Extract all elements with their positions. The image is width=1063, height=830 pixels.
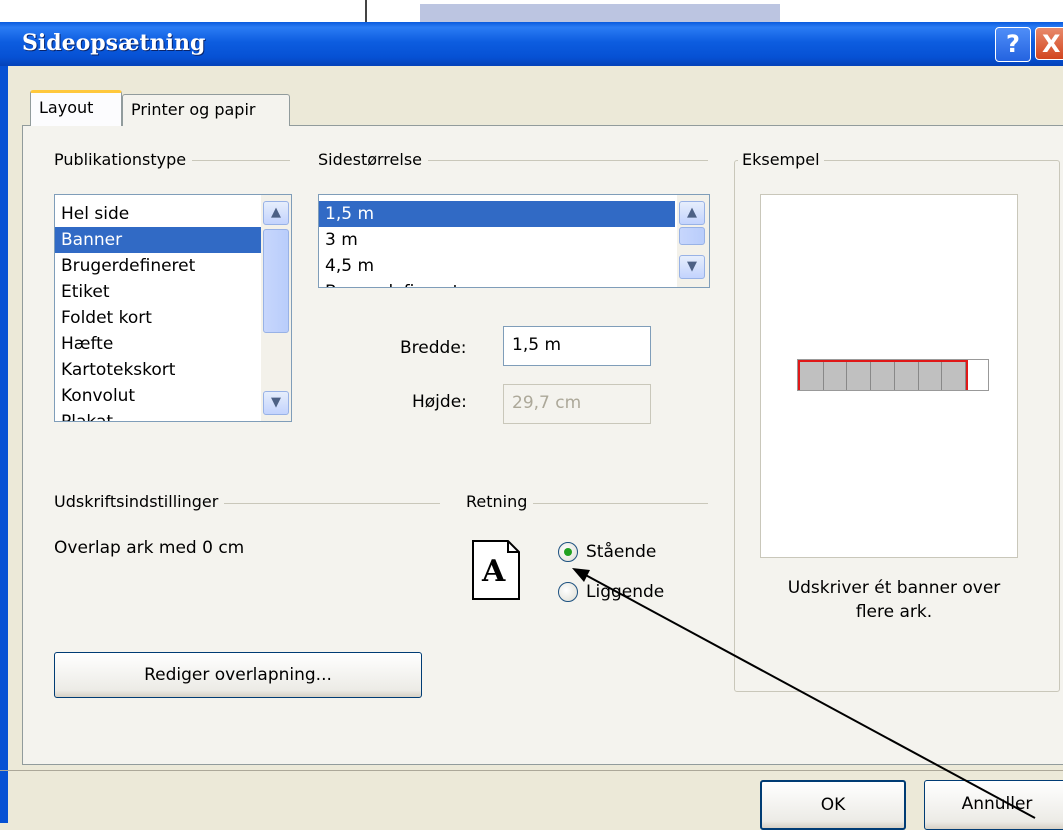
list-item[interactable]: 4,5 m xyxy=(319,253,675,279)
close-button[interactable]: X xyxy=(1035,27,1063,60)
publication-type-listbox[interactable]: Hel side Banner Brugerdefineret Etiket F… xyxy=(54,194,292,422)
list-item[interactable]: 3 m xyxy=(319,227,675,253)
scroll-up-icon[interactable]: ▲ xyxy=(263,201,289,225)
list-item[interactable]: Foldet kort xyxy=(55,305,261,331)
page-icon-letter: A xyxy=(482,554,506,589)
banner-sheet xyxy=(847,362,872,390)
list-item[interactable]: 1,5 m xyxy=(319,201,675,227)
tab-printer-og-papir[interactable]: Printer og papir xyxy=(122,94,290,126)
banner-sheet xyxy=(823,362,848,390)
scroll-down-icon[interactable]: ▼ xyxy=(263,391,289,415)
edit-overlap-button[interactable]: Rediger overlapning... xyxy=(54,652,422,698)
publication-type-scrollbar[interactable]: ▲ ▼ xyxy=(261,195,291,421)
example-preview xyxy=(760,194,1018,558)
banner-sheet xyxy=(918,362,943,390)
banner-sheet xyxy=(800,362,824,390)
height-label: Højde: xyxy=(412,392,467,412)
portrait-page-icon: A xyxy=(472,540,520,600)
banner-sheet xyxy=(894,362,919,390)
help-button[interactable]: ? xyxy=(995,27,1031,62)
scroll-thumb[interactable] xyxy=(679,227,705,245)
radio-portrait-label[interactable]: Stående xyxy=(586,542,656,562)
desktop-background xyxy=(0,0,1063,22)
scroll-thumb[interactable] xyxy=(263,229,289,333)
overlap-text: Overlap ark med 0 cm xyxy=(54,538,245,558)
window-border xyxy=(0,66,8,823)
list-item[interactable]: Brugerdefineret xyxy=(319,279,675,287)
page-size-scrollbar[interactable]: ▲ ▼ xyxy=(677,195,709,287)
example-caption-line: Udskriver ét banner over xyxy=(787,578,1001,598)
publication-type-label: Publikationstype xyxy=(54,150,193,169)
example-label: Eksempel xyxy=(738,150,824,169)
banner-sheets-outline xyxy=(798,360,968,390)
example-caption: Udskriver ét banner over flere ark. xyxy=(744,576,1044,624)
list-item[interactable]: Plakat xyxy=(55,409,261,421)
list-item[interactable]: Konvolut xyxy=(55,383,261,409)
radio-landscape[interactable] xyxy=(558,582,578,602)
page-size-label: Sidestørrelse xyxy=(318,150,428,169)
list-item[interactable]: Etiket xyxy=(55,279,261,305)
list-item[interactable]: Brugerdefineret xyxy=(55,253,261,279)
radio-portrait[interactable] xyxy=(558,542,578,562)
dialog-title: Sideopsætning xyxy=(22,30,206,56)
banner-sheet xyxy=(942,362,966,390)
example-caption-line: flere ark. xyxy=(855,602,933,622)
list-item[interactable]: Kartotekskort xyxy=(55,357,261,383)
height-input: 29,7 cm xyxy=(503,384,651,424)
list-item[interactable]: Banner xyxy=(55,227,261,253)
banner-preview xyxy=(797,359,989,391)
radio-landscape-label[interactable]: Liggende xyxy=(586,582,664,602)
panel-separator xyxy=(0,770,1063,771)
width-label: Bredde: xyxy=(400,338,467,358)
print-settings-label: Udskriftsindstillinger xyxy=(54,492,225,511)
tab-layout[interactable]: Layout xyxy=(30,90,122,126)
list-item[interactable]: Hæfte xyxy=(55,331,261,357)
scroll-down-icon[interactable]: ▼ xyxy=(679,255,705,279)
page-size-listbox[interactable]: 1,5 m 3 m 4,5 m Brugerdefineret ▲ ▼ xyxy=(318,194,710,288)
scroll-up-icon[interactable]: ▲ xyxy=(679,201,705,225)
banner-sheet xyxy=(871,362,895,390)
width-input[interactable]: 1,5 m xyxy=(503,326,651,366)
list-item[interactable]: Hel side xyxy=(55,201,261,227)
orientation-label: Retning xyxy=(466,492,534,511)
